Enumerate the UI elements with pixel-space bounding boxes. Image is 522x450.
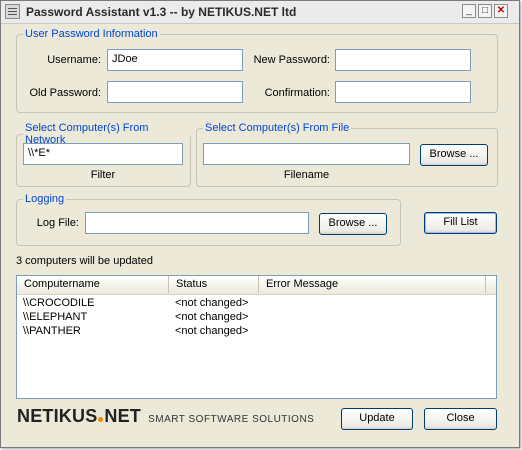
new-password-field[interactable] [335, 49, 471, 71]
row-computername: \\PANTHER [23, 325, 81, 337]
update-button[interactable]: Update [341, 408, 413, 430]
list-header: Computername Status Error Message [17, 276, 496, 295]
row-status: <not changed> [175, 311, 249, 323]
filter-label: Filter [90, 169, 116, 181]
logfile-label: Log File: [36, 217, 79, 229]
minimize-button[interactable]: _ [462, 4, 476, 18]
username-field[interactable]: JDoe [107, 49, 243, 71]
table-row[interactable]: \\CROCODILE <not changed> [17, 296, 496, 310]
logging-legend: Logging [25, 193, 65, 205]
app-icon [5, 4, 20, 19]
user-password-legend: User Password Information [25, 28, 158, 40]
table-row[interactable]: \\PANTHER <not changed> [17, 324, 496, 338]
status-text: 3 computers will be updated [16, 255, 153, 267]
confirmation-label: Confirmation: [264, 87, 330, 99]
confirmation-field[interactable] [335, 81, 471, 103]
old-password-label: Old Password: [29, 87, 101, 99]
filter-field[interactable]: \\*E* [23, 143, 183, 165]
close-window-button[interactable]: ✕ [494, 4, 508, 18]
password-assistant-window: Password Assistant v1.3 -- by NETIKUS.NE… [0, 0, 520, 448]
logfile-browse-button[interactable]: Browse ... [319, 213, 387, 235]
fill-list-button[interactable]: Fill List [424, 212, 497, 234]
file-browse-button[interactable]: Browse ... [420, 144, 488, 166]
username-label: Username: [47, 54, 101, 66]
table-row[interactable]: \\ELEPHANT <not changed> [17, 310, 496, 324]
logfile-field[interactable] [85, 212, 309, 234]
file-legend: Select Computer(s) From File [205, 122, 350, 134]
maximize-button[interactable]: □ [478, 4, 492, 18]
logo-dot-icon [98, 417, 104, 422]
filename-label: Filename [283, 169, 330, 181]
column-header-error-message[interactable]: Error Message [259, 276, 486, 293]
old-password-field[interactable] [107, 81, 243, 103]
row-status: <not changed> [175, 297, 249, 309]
new-password-label: New Password: [253, 54, 330, 66]
row-computername: \\CROCODILE [23, 297, 95, 309]
column-header-computername[interactable]: Computername [17, 276, 169, 293]
window-title: Password Assistant v1.3 -- by NETIKUS.NE… [26, 5, 297, 19]
column-header-status[interactable]: Status [169, 276, 259, 293]
computer-list[interactable]: Computername Status Error Message \\CROC… [16, 275, 497, 399]
close-button[interactable]: Close [424, 408, 497, 430]
netikus-logo: NETIKUS NET SMART SOFTWARE SOLUTIONS [17, 406, 314, 430]
logo-tagline: SMART SOFTWARE SOLUTIONS [148, 414, 315, 425]
logo-text-right: NET [104, 406, 142, 426]
logo-text-left: NETIKUS [17, 406, 98, 426]
title-bar[interactable]: Password Assistant v1.3 -- by NETIKUS.NE… [1, 1, 519, 24]
row-status: <not changed> [175, 325, 249, 337]
row-computername: \\ELEPHANT [23, 311, 88, 323]
filename-field[interactable] [203, 143, 410, 165]
